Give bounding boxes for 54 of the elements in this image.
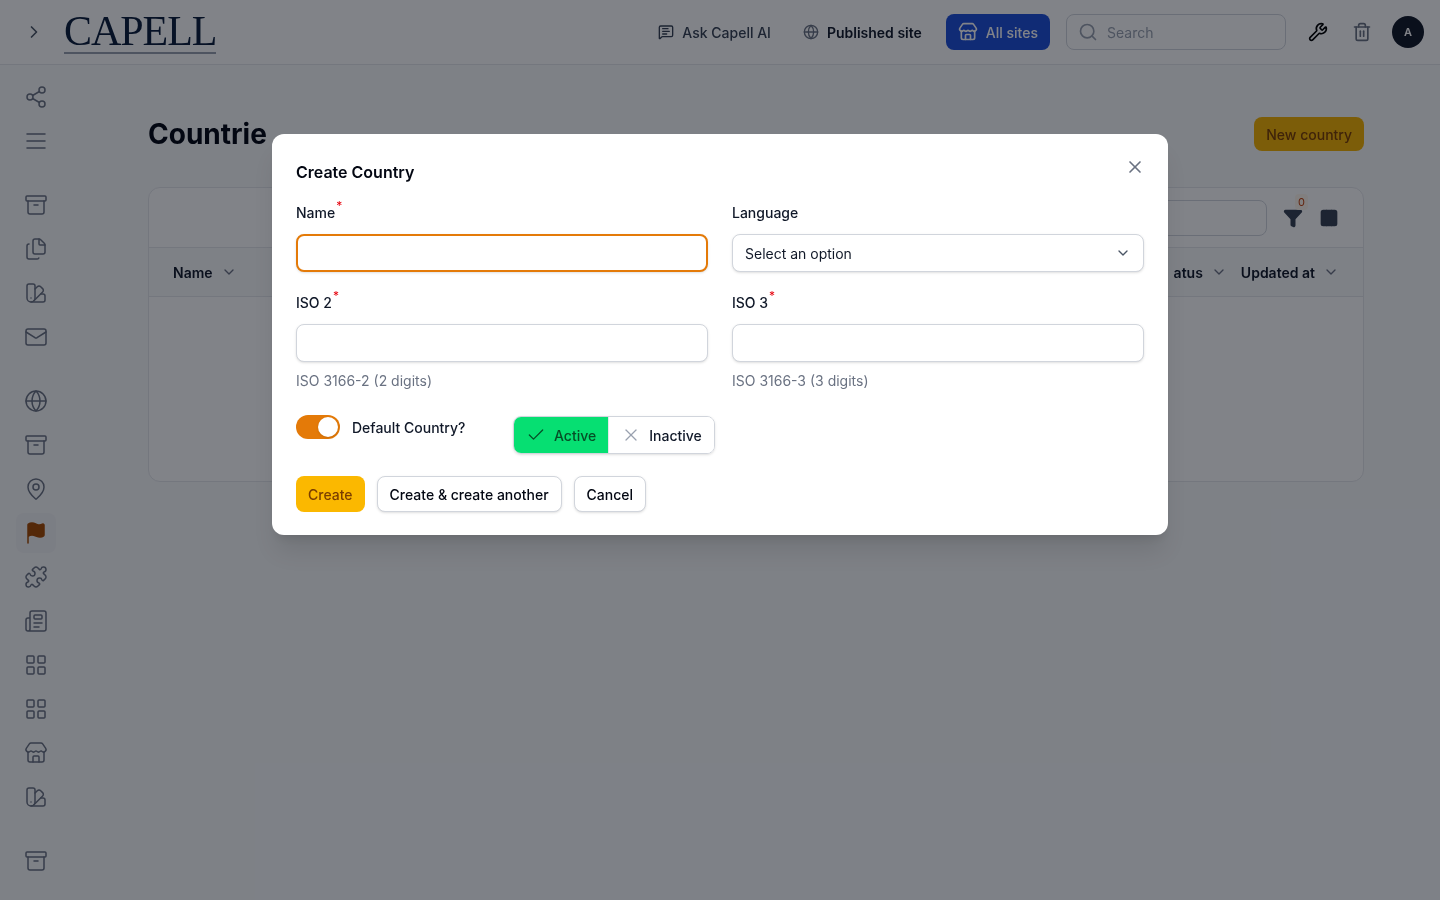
page-title: Countrie (148, 116, 267, 153)
language-select[interactable]: Select an option (732, 234, 1144, 272)
required-mark: * (332, 290, 339, 302)
ask-ai-link[interactable]: Ask Capell AI (658, 21, 771, 43)
drawer-icon (24, 193, 48, 217)
filter-icon[interactable] (1283, 207, 1303, 228)
required-mark: * (336, 200, 343, 212)
required-mark: * (769, 290, 776, 302)
logo[interactable]: CAPELL (64, 10, 217, 54)
globe-icon (24, 389, 48, 413)
input-field[interactable] (296, 324, 708, 362)
globe-icon (802, 24, 819, 40)
column-header[interactable]: atus (1173, 261, 1227, 283)
create-button[interactable]: Create (296, 476, 365, 512)
share-icon (24, 85, 48, 109)
input-field[interactable] (296, 234, 708, 272)
all-sites-button[interactable]: All sites (945, 14, 1050, 50)
input-field[interactable] (732, 324, 1144, 362)
field-hint: ISO 3166-2 (2 digits) (296, 371, 433, 391)
newspaper-icon (24, 609, 48, 633)
secondary-button[interactable]: Cancel (573, 476, 647, 512)
column-header[interactable]: Updated at (1240, 261, 1339, 283)
puzzle-icon (24, 565, 48, 589)
field-label: Language (732, 203, 799, 223)
field-label: Name (296, 203, 336, 223)
published-site-link[interactable]: Published site (802, 21, 922, 43)
filter-count-badge: 0 (1295, 193, 1308, 210)
trash-icon[interactable] (1352, 22, 1372, 42)
search-icon (1078, 22, 1098, 42)
map-pin-icon (24, 477, 48, 501)
tools-icon[interactable] (1308, 22, 1328, 42)
drawer-icon (24, 849, 48, 873)
status-toggle[interactable]: Inactive (608, 417, 714, 453)
swatch-icon (24, 785, 48, 809)
toggle-switch[interactable] (296, 415, 340, 439)
swatch-icon (24, 281, 48, 305)
store-icon (24, 741, 48, 765)
grid-icon (24, 653, 48, 677)
dialog-title: Create Country (296, 161, 415, 184)
drawer-icon (24, 433, 48, 457)
field-hint: ISO 3166-3 (3 digits) (732, 371, 870, 391)
avatar[interactable]: A (1392, 16, 1424, 48)
secondary-button[interactable]: Create & create another (376, 476, 562, 512)
field-label: ISO 2 (296, 293, 332, 313)
store-icon (957, 22, 978, 42)
files-icon (24, 237, 48, 261)
chat-icon (658, 24, 675, 40)
field-label: ISO 3 (732, 293, 769, 313)
toggle-label: Default Country? (352, 417, 466, 438)
mail-icon (24, 325, 48, 349)
grid-icon (24, 697, 48, 721)
column-header[interactable]: Name (173, 261, 237, 283)
flag-icon (24, 521, 48, 545)
status-toggle[interactable]: Active (514, 417, 609, 453)
